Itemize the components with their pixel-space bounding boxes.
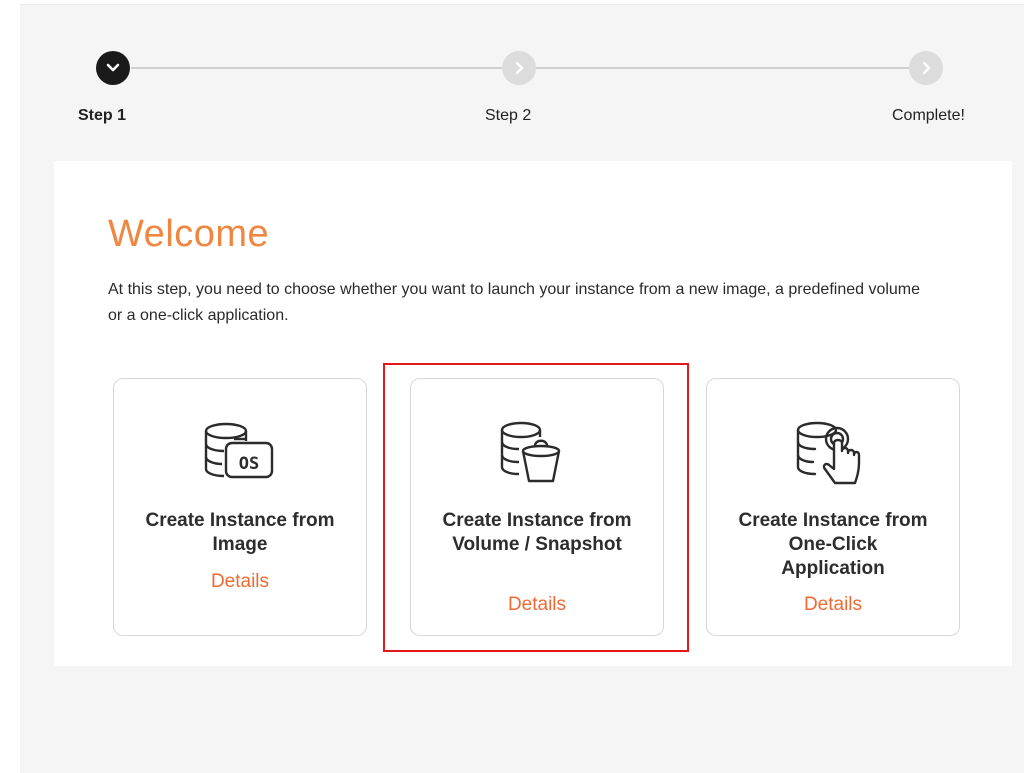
step-connector-1	[131, 67, 502, 69]
step-complete-node[interactable]	[909, 51, 943, 85]
page-title: Welcome	[108, 213, 270, 255]
card-title: Create Instance from Image	[145, 510, 335, 555]
step-1-label: Step 1	[78, 107, 127, 124]
step-connector-2	[536, 67, 909, 69]
welcome-description: At this step, you need to choose whether…	[108, 281, 921, 324]
chevron-right-icon	[515, 61, 524, 75]
step-1-node[interactable]	[96, 51, 130, 85]
card-create-from-one-click-app[interactable]: Create Instance from One-Click Applicati…	[706, 378, 960, 636]
step-2-node[interactable]	[502, 51, 536, 85]
database-touch-icon	[796, 421, 861, 485]
left-margin	[0, 0, 20, 773]
step-complete-label: Complete!	[892, 107, 965, 124]
chevron-down-icon	[106, 63, 120, 72]
svg-text:OS: OS	[239, 454, 259, 474]
database-os-icon: OS	[204, 422, 274, 479]
card-title: Create Instance from One-Click Applicati…	[738, 510, 928, 579]
selection-highlight	[383, 363, 689, 652]
details-link[interactable]: Details	[114, 571, 366, 593]
chevron-right-icon	[922, 61, 931, 75]
card-create-from-image[interactable]: OS Create Instance from Image Details	[113, 378, 367, 636]
step-2-label: Step 2	[485, 107, 532, 124]
details-link[interactable]: Details	[707, 594, 959, 616]
